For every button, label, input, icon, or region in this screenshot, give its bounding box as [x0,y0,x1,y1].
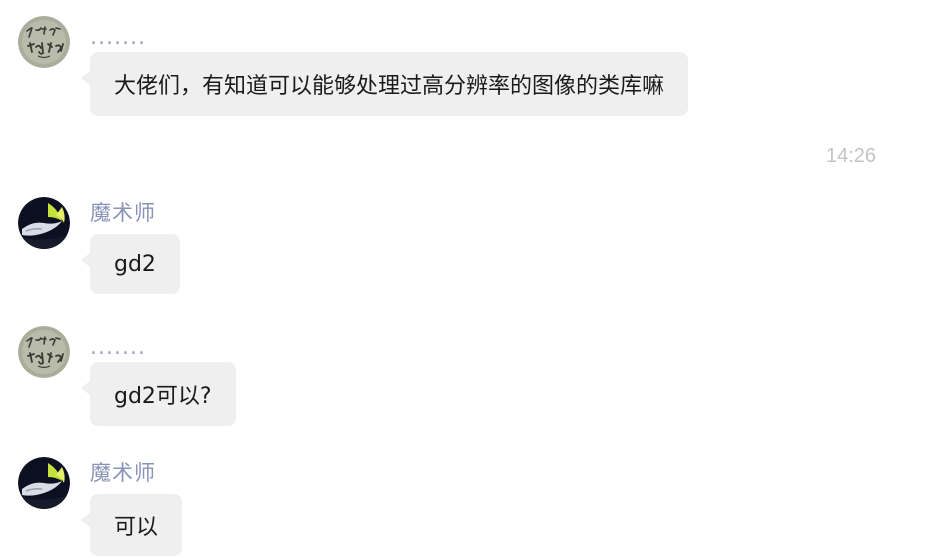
magic-hand-avatar[interactable] [18,457,70,509]
message-bubble[interactable]: gd2 [81,234,180,294]
sender-name: ....... [90,335,146,360]
message-bubble[interactable]: 大佬们，有知道可以能够处理过高分辨率的图像的类库嘛 [80,52,689,116]
sender-name: ....... [90,25,146,50]
message-bubble[interactable]: gd2可以? [81,362,236,426]
chat-message-list: ....... 大佬们，有知道可以能够处理过高分辨率的图像的类库嘛 14:26 … [0,0,952,558]
calligraphy-avatar[interactable] [18,16,70,68]
message-bubble[interactable]: 可以 [80,494,183,556]
calligraphy-avatar[interactable] [18,326,70,378]
sender-name: 魔术师 [90,461,156,485]
sender-name: 魔术师 [90,201,156,225]
magic-hand-avatar[interactable] [18,197,70,249]
timestamp: 14:26 [826,145,877,167]
